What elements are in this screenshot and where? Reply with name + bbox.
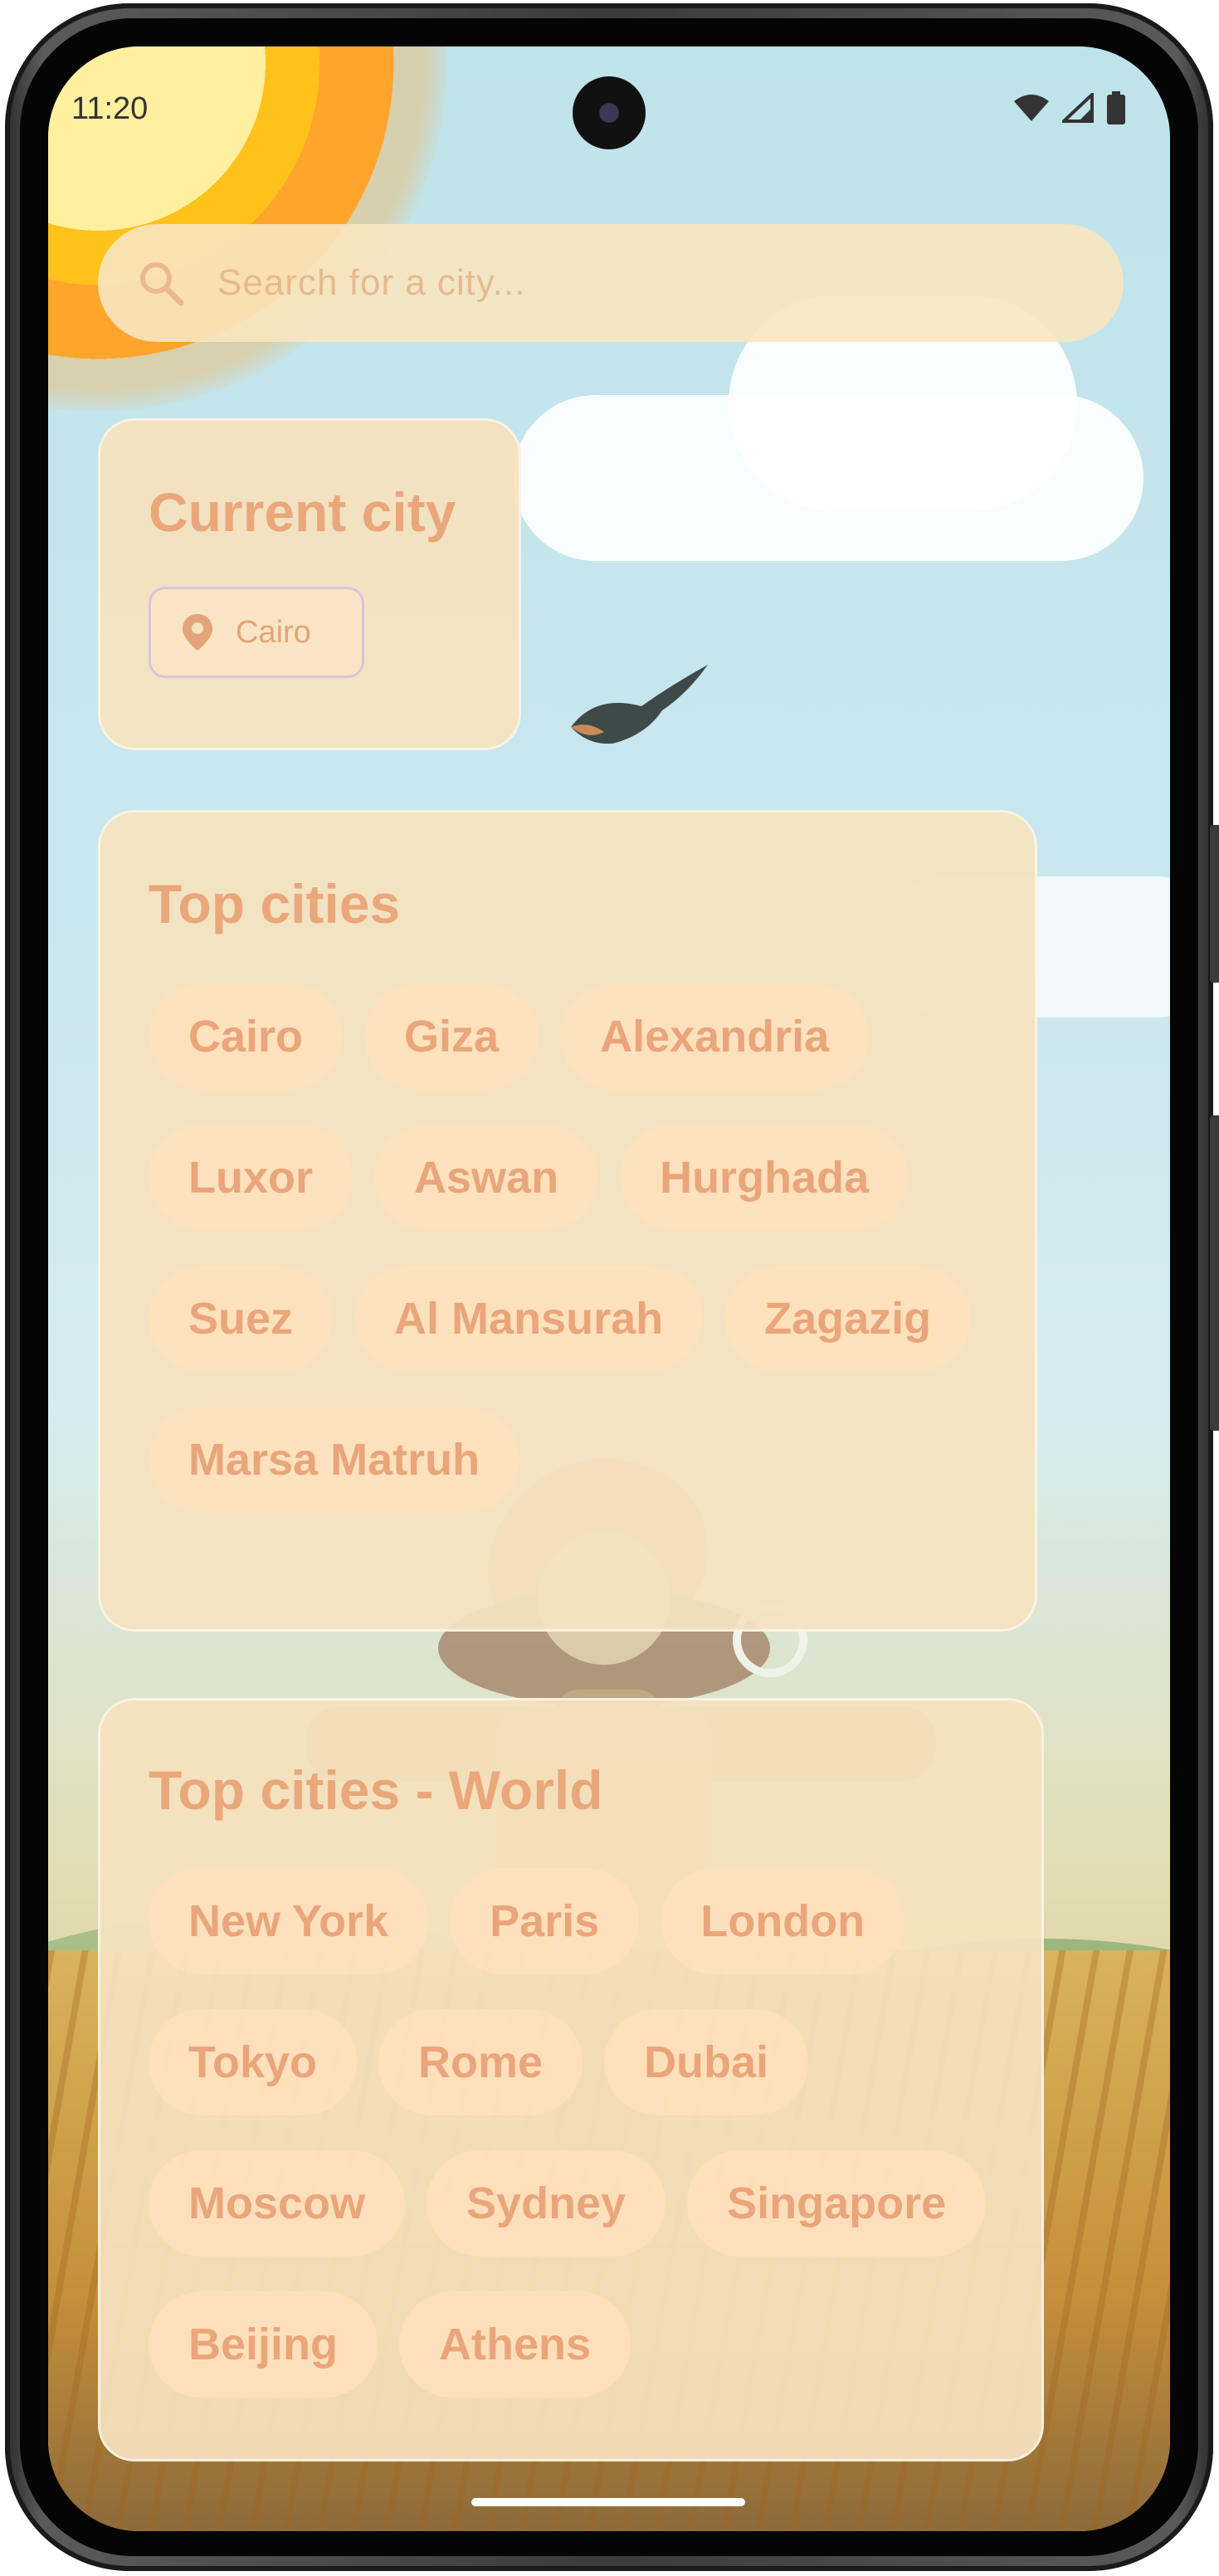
cell-signal-icon — [1059, 90, 1094, 127]
home-gesture-bar[interactable] — [471, 2498, 745, 2506]
app-screen: 11:20 Current city — [48, 46, 1170, 2531]
city-chip[interactable]: Sydney — [427, 2150, 666, 2256]
top-cities-world-card: Top cities - World New York Paris London… — [98, 1698, 1044, 2461]
city-chip[interactable]: Tokyo — [149, 2009, 358, 2115]
current-city-title: Current city — [149, 481, 456, 543]
status-icons — [1012, 90, 1127, 129]
location-pin-icon — [183, 614, 212, 651]
current-city-label: Cairo — [236, 614, 311, 650]
search-icon — [140, 262, 184, 306]
city-chip[interactable]: Hurghada — [620, 1125, 909, 1231]
search-input[interactable] — [216, 261, 966, 305]
city-chip[interactable]: Cairo — [149, 983, 344, 1090]
city-chip[interactable]: Suez — [149, 1266, 334, 1372]
city-chip[interactable]: Paris — [450, 1868, 640, 1974]
city-chip[interactable]: Moscow — [149, 2150, 406, 2256]
power-button — [1210, 1115, 1219, 1431]
wifi-icon — [1012, 93, 1051, 127]
city-chip[interactable]: Singapore — [687, 2150, 987, 2256]
front-camera — [573, 76, 646, 149]
city-search-bar[interactable] — [98, 224, 1124, 342]
top-cities-card: Top cities Cairo Giza Alexandria Luxor A… — [98, 810, 1037, 1632]
status-time: 11:20 — [71, 91, 149, 126]
city-chip[interactable]: Rome — [378, 2009, 583, 2115]
city-chip[interactable]: Marsa Matruh — [149, 1407, 520, 1513]
volume-button — [1210, 825, 1219, 983]
city-chip[interactable]: Giza — [364, 983, 539, 1090]
top-cities-chip-list: Cairo Giza Alexandria Luxor Aswan Hurgha… — [149, 983, 1002, 1513]
city-chip[interactable]: Dubai — [604, 2009, 809, 2115]
world-cities-chip-list: New York Paris London Tokyo Rome Dubai M… — [149, 1868, 1008, 2398]
city-chip[interactable]: Alexandria — [560, 983, 870, 1090]
phone-device: 11:20 Current city — [0, 0, 1219, 2576]
city-chip[interactable]: Athens — [399, 2291, 631, 2398]
city-chip[interactable]: Zagazig — [724, 1266, 972, 1372]
city-chip[interactable]: London — [661, 1868, 905, 1974]
city-chip[interactable]: New York — [149, 1868, 429, 1974]
city-chip[interactable]: Al Mansurah — [354, 1266, 704, 1372]
city-chip[interactable]: Aswan — [374, 1125, 599, 1231]
top-cities-world-title: Top cities - World — [149, 1759, 603, 1821]
battery-icon — [1105, 91, 1127, 129]
city-chip[interactable]: Beijing — [149, 2291, 378, 2398]
current-city-chip[interactable]: Cairo — [149, 587, 364, 678]
top-cities-title: Top cities — [149, 873, 401, 934]
current-city-card: Current city Cairo — [98, 418, 521, 750]
city-chip[interactable]: Luxor — [149, 1125, 354, 1231]
bird-illustration — [571, 665, 708, 744]
